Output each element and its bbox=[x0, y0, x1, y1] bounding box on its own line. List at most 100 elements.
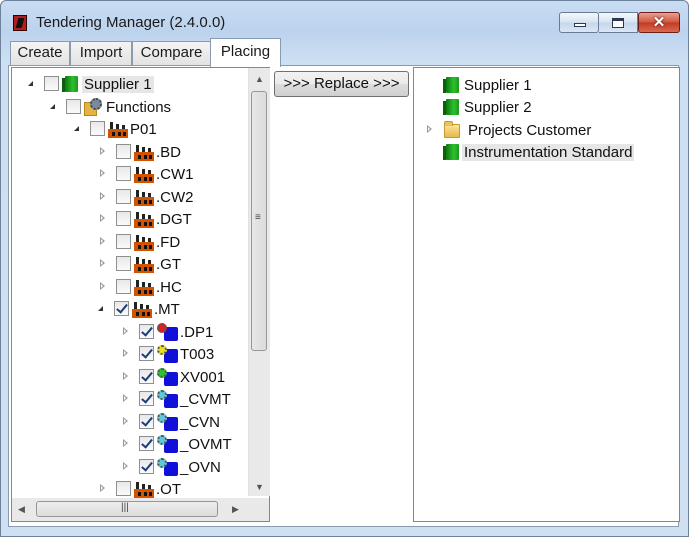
grip-icon: ≡ bbox=[255, 212, 261, 223]
functions-gear-icon bbox=[84, 97, 102, 116]
tree-checkbox[interactable] bbox=[139, 368, 154, 384]
tab-compare[interactable]: Compare bbox=[132, 41, 211, 65]
minimize-icon bbox=[574, 23, 586, 27]
tree-label: Supplier 2 bbox=[464, 99, 532, 116]
tree-checkbox[interactable] bbox=[116, 143, 131, 159]
expand-arrow-icon[interactable] bbox=[100, 259, 105, 267]
expand-arrow-icon[interactable] bbox=[100, 214, 105, 222]
tree-checkbox[interactable] bbox=[139, 413, 154, 429]
expand-arrow-icon[interactable] bbox=[100, 191, 105, 200]
device-gear-icon bbox=[157, 390, 179, 409]
device-gear-icon bbox=[157, 367, 179, 387]
tree-checkbox[interactable] bbox=[44, 76, 59, 91]
tree-checkbox[interactable] bbox=[116, 481, 131, 496]
tree-checkbox[interactable] bbox=[116, 278, 131, 294]
minimize-button[interactable] bbox=[559, 12, 599, 33]
plant-factory-icon bbox=[108, 121, 128, 138]
device-gear-icon bbox=[157, 412, 179, 432]
expand-arrow-icon[interactable] bbox=[123, 394, 128, 402]
expand-arrow-icon[interactable] bbox=[123, 326, 128, 335]
scroll-left-icon[interactable]: ◀ bbox=[18, 504, 25, 515]
maximize-icon bbox=[612, 18, 624, 28]
scroll-corner bbox=[248, 498, 269, 521]
collapse-arrow-icon[interactable] bbox=[28, 81, 33, 86]
vertical-scroll-thumb[interactable]: ≡ bbox=[251, 91, 267, 351]
replace-button[interactable]: >>> Replace >>> bbox=[274, 71, 409, 97]
tab-import[interactable]: Import bbox=[70, 41, 132, 65]
expand-arrow-icon[interactable] bbox=[123, 439, 128, 447]
expand-arrow-icon[interactable] bbox=[100, 146, 105, 155]
scroll-down-icon[interactable]: ▼ bbox=[255, 482, 264, 492]
device-gear-icon bbox=[157, 322, 179, 342]
tree-label: .OT bbox=[156, 481, 181, 498]
scroll-up-icon[interactable]: ▲ bbox=[255, 74, 264, 84]
plant-factory-icon bbox=[134, 189, 154, 206]
supplier-book-icon bbox=[62, 76, 78, 92]
window-title: Tendering Manager (2.4.0.0) bbox=[36, 14, 226, 31]
tree-label: .MT bbox=[154, 301, 180, 318]
expand-arrow-icon[interactable] bbox=[123, 349, 128, 357]
expand-arrow-icon[interactable] bbox=[123, 371, 128, 380]
collapse-arrow-icon[interactable] bbox=[50, 103, 55, 109]
tree-checkbox[interactable] bbox=[116, 233, 131, 249]
expand-arrow-icon[interactable] bbox=[123, 461, 128, 470]
supplier-book-icon bbox=[443, 77, 459, 93]
tree-label: Projects Customer bbox=[468, 122, 592, 139]
expand-arrow-icon[interactable] bbox=[123, 416, 128, 425]
close-icon: ✕ bbox=[652, 14, 666, 31]
title-bar[interactable]: Tendering Manager (2.4.0.0) ✕ bbox=[1, 1, 688, 37]
collapse-arrow-icon[interactable] bbox=[98, 306, 103, 311]
tree-label: Supplier 1 bbox=[82, 76, 154, 93]
app-logo-icon bbox=[13, 15, 27, 31]
expand-arrow-icon[interactable] bbox=[100, 236, 105, 245]
device-gear-icon bbox=[157, 457, 179, 477]
tree-checkbox[interactable] bbox=[139, 458, 154, 474]
close-button[interactable]: ✕ bbox=[638, 12, 680, 33]
expand-arrow-icon[interactable] bbox=[100, 169, 105, 177]
tree-label: .DP1 bbox=[180, 323, 214, 341]
plant-factory-icon bbox=[134, 279, 154, 296]
tree-checkbox[interactable] bbox=[116, 211, 131, 226]
tab-placing[interactable]: Placing bbox=[210, 38, 281, 67]
tree-checkbox[interactable] bbox=[116, 188, 131, 204]
tree-label: _CVN bbox=[180, 413, 221, 431]
tree-label: _OVN bbox=[180, 458, 221, 476]
folder-icon bbox=[444, 121, 460, 138]
plant-factory-icon bbox=[134, 211, 154, 228]
tree-label: T003 bbox=[180, 346, 215, 363]
tree-checkbox[interactable] bbox=[139, 391, 154, 406]
maximize-button[interactable] bbox=[599, 12, 638, 33]
tree-label: .CW1 bbox=[156, 166, 194, 183]
tree-checkbox[interactable] bbox=[116, 256, 131, 271]
expand-arrow-icon[interactable] bbox=[100, 484, 105, 492]
plant-factory-icon bbox=[134, 144, 154, 161]
tree-label: .GT bbox=[156, 256, 181, 273]
standard-book-icon bbox=[443, 144, 459, 160]
expand-arrow-icon[interactable] bbox=[427, 125, 432, 133]
tree-checkbox[interactable] bbox=[66, 98, 81, 114]
plant-factory-icon bbox=[134, 234, 154, 251]
tab-create[interactable]: Create bbox=[10, 41, 70, 65]
tree-label: _CVMT bbox=[180, 391, 231, 408]
tree-checkbox[interactable] bbox=[139, 323, 154, 339]
tree-label: _OVMT bbox=[180, 436, 232, 453]
tree-checkbox[interactable] bbox=[90, 121, 105, 136]
tree-label: .FD bbox=[156, 233, 181, 251]
tree-label: .DGT bbox=[156, 211, 192, 228]
scroll-right-icon[interactable]: ▶ bbox=[232, 504, 239, 515]
device-gear-icon bbox=[157, 435, 179, 454]
collapse-arrow-icon[interactable] bbox=[74, 126, 79, 131]
grip-icon: ||| bbox=[121, 502, 129, 513]
expand-arrow-icon[interactable] bbox=[100, 281, 105, 290]
tree-checkbox[interactable] bbox=[114, 301, 129, 316]
tree-checkbox[interactable] bbox=[139, 346, 154, 361]
supplier-book-icon bbox=[443, 99, 459, 115]
plant-factory-icon bbox=[134, 256, 154, 273]
tree-checkbox[interactable] bbox=[139, 436, 154, 451]
tree-label: Instrumentation Standard bbox=[462, 144, 635, 161]
tree-checkbox[interactable] bbox=[116, 166, 131, 181]
plant-factory-icon bbox=[132, 301, 152, 318]
tree-label: .HC bbox=[156, 278, 182, 296]
horizontal-scroll-thumb[interactable]: ||| bbox=[36, 501, 218, 517]
tree-label: Functions bbox=[106, 98, 172, 116]
